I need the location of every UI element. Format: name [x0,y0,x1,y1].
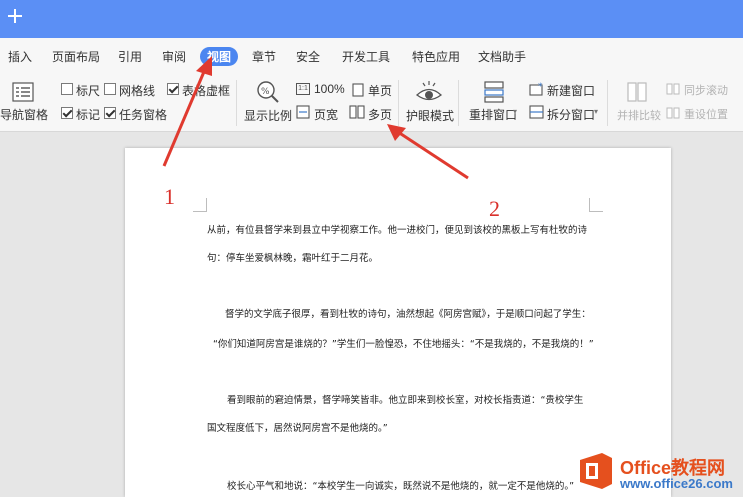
tab-page-layout[interactable]: 页面布局 [52,48,100,65]
menu-bar: 插入 页面布局 引用 审阅 视图 章节 安全 开发工具 特色应用 文档助手 [0,38,743,74]
gridlines-checkbox[interactable] [104,83,116,95]
split-window-button[interactable]: 拆分窗口 [547,106,595,123]
divider [607,80,608,126]
side-by-side-label: 并排比较 [617,110,661,122]
tab-review[interactable]: 审阅 [162,48,186,65]
divider [398,80,399,126]
watermark-url: www.office26.com [620,476,733,491]
dropdown-arrow-icon: ▾ [594,107,599,116]
split-window-icon [529,105,544,119]
sync-scroll-icon [666,83,680,95]
nav-pane-label: 导航窗格 [0,108,49,122]
task-pane-label: 任务窗格 [119,108,168,122]
single-page-icon [352,83,364,97]
tab-insert[interactable]: 插入 [8,48,32,65]
document-line: “你们知道阿房宫是谁烧的？”学生们一脸惶恐，不住地摇头：“不是我烧的，不是我烧的… [213,339,594,350]
document-line: 校长心平气和地说：“本校学生一向诚实，既然说不是他烧的，就一定不是他烧的。” [227,481,575,492]
view-ribbon: 导航窗格 ▾ 标尺 网格线 表格虚框 标记 任务窗格 % 显示比例 1:1 10… [0,74,743,132]
office26-watermark: Office教程网 www.office26.com [578,448,743,497]
divider [458,80,459,126]
zoom-100-button[interactable]: 100% [314,82,345,96]
multi-page-icon [349,105,365,119]
marks-checkbox[interactable] [61,107,73,119]
tab-features[interactable]: 特色应用 [412,48,460,65]
single-page-button[interactable]: 单页 [368,82,392,99]
document-line: 看到眼前的窘迫情景，督学啼笑皆非。他立即来到校长室，对校长指责道：“贵校学生 [227,395,584,406]
eye-icon [415,81,443,101]
svg-text:%: % [261,87,270,97]
ruler-checkbox[interactable] [61,83,73,95]
multi-page-button[interactable]: 多页 [368,106,392,123]
document-line: 督学的文学底子很厚，看到杜牧的诗句，油然想起《阿房宫赋》，于是顺口问起了学生： [225,309,591,320]
new-window-icon: * [529,82,543,96]
table-gridlines-label: 表格虚框 [182,84,231,98]
annotation-number-1: 1 [164,184,175,209]
tab-doc-assistant[interactable]: 文档助手 [478,48,526,65]
task-pane-checkbox[interactable] [104,107,116,119]
document-line: 国文程度低下，居然说阿房宫不是他烧的。” [207,423,388,434]
tab-security[interactable]: 安全 [296,48,320,65]
document-line: 句：停车坐爱枫林晚，霜叶红于二月花。 [207,253,379,264]
tab-view[interactable]: 视图 [200,47,239,66]
annotation-number-2: 2 [489,196,500,221]
office-logo-icon [580,453,612,489]
table-gridlines-checkbox[interactable] [167,83,179,95]
zoom-label: 显示比例 [244,109,293,123]
page-margin-corner [589,198,603,212]
sync-scroll-button[interactable]: 同步滚动 [684,82,728,98]
arrange-windows-icon [484,81,504,103]
document-line: 从前，有位县督学来到县立中学视察工作。他一进校门，便见到该校的黑板上写有杜牧的诗 [207,225,588,236]
zoom-magnifier-icon: % [257,81,279,103]
tab-chapter[interactable]: 章节 [252,48,276,65]
divider [236,80,237,126]
side-by-side-icon [627,82,647,102]
dropdown-arrow-icon: ▾ [513,107,518,116]
nav-pane-icon [12,82,34,102]
svg-text:*: * [538,82,543,92]
new-window-button[interactable]: 新建窗口 [547,82,595,99]
title-bar [0,0,743,38]
marks-label: 标记 [76,108,101,122]
page-margin-corner [193,198,207,212]
ruler-label: 标尺 [76,84,101,98]
tab-developer[interactable]: 开发工具 [342,48,390,65]
page-width-icon [296,105,310,119]
reset-position-button[interactable]: 重设位置 [684,106,728,122]
gridlines-label: 网格线 [119,84,156,98]
new-tab-plus-icon[interactable] [8,9,22,23]
eye-protect-label: 护眼模式 [406,109,455,123]
dropdown-arrow-icon: ▾ [43,107,48,116]
reset-position-icon [666,107,680,119]
zoom-100-icon: 1:1 [296,83,310,95]
arrange-windows-label: 重排窗口 [469,108,518,122]
tab-references[interactable]: 引用 [118,48,142,65]
page-width-button[interactable]: 页宽 [314,106,338,123]
